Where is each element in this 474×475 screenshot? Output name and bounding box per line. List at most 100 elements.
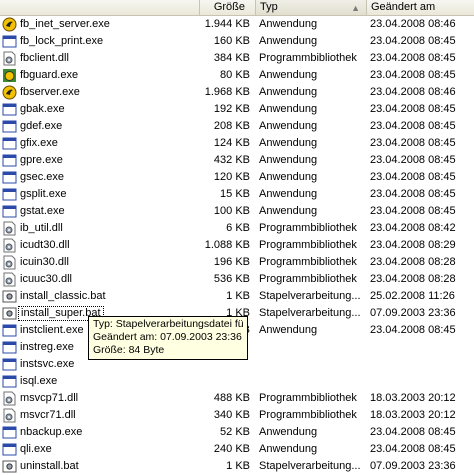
file-name-cell: fbclient.dll (0, 50, 196, 67)
file-name: fbserver.exe (20, 86, 80, 98)
file-size: 384 KB (213, 52, 250, 64)
file-date: 23.04.2008 08:45 (370, 443, 456, 455)
file-type: Anwendung (259, 103, 318, 115)
file-type: Anwendung (259, 205, 318, 217)
file-name: gfix.exe (20, 137, 58, 149)
file-size: 208 KB (213, 120, 250, 132)
file-date: 07.09.2003 23:36 (370, 460, 456, 472)
exe-window-icon (2, 102, 17, 117)
file-date: 23.04.2008 08:28 (370, 273, 456, 285)
file-name-cell: fbguard.exe (0, 67, 196, 84)
firebird-exe-icon (2, 85, 17, 100)
file-row[interactable]: qli.exe 240 KB Anwendung 23.04.2008 08:45 (0, 441, 474, 458)
file-date: 23.04.2008 08:46 (370, 18, 456, 30)
file-row[interactable]: fb_lock_print.exe 160 KB Anwendung 23.04.20… (0, 33, 474, 50)
file-row[interactable]: ib_util.dll 6 KB Programmbibliothek 23.04.2… (0, 220, 474, 237)
batch-file-icon (2, 459, 17, 474)
dll-gear-icon (2, 221, 17, 236)
file-row[interactable]: gpre.exe 432 KB Anwendung 23.04.2008 08:45 (0, 152, 474, 169)
file-name-cell: isql.exe (0, 373, 196, 390)
tooltip-type-line: Typ: Stapelverarbeitungsdatei für MS-DOS (93, 318, 243, 330)
file-row[interactable]: gfix.exe 124 KB Anwendung 23.04.2008 08:45 (0, 135, 474, 152)
file-date: 23.04.2008 08:46 (370, 86, 456, 98)
file-name: ib_util.dll (20, 222, 63, 234)
column-header-size[interactable]: Größe (200, 0, 256, 15)
dll-gear-icon (2, 238, 17, 253)
column-header-date[interactable]: Geändert am (367, 0, 474, 15)
exe-window-icon (2, 34, 17, 49)
file-size: 340 KB (213, 409, 250, 421)
file-type: Programmbibliothek (259, 409, 357, 421)
file-size: 432 KB (213, 154, 250, 166)
column-header-type[interactable]: Typ ▲ (256, 0, 367, 15)
file-date: 23.04.2008 08:29 (370, 239, 456, 251)
file-row[interactable]: fbclient.dll 384 KB Programmbibliothek 23.0… (0, 50, 474, 67)
file-name-cell: icudt30.dll (0, 237, 196, 254)
file-row[interactable]: gdef.exe 208 KB Anwendung 23.04.2008 08:45 (0, 118, 474, 135)
file-row[interactable]: gstat.exe 100 KB Anwendung 23.04.2008 08:45 (0, 203, 474, 220)
file-type: Programmbibliothek (259, 392, 357, 404)
file-type: Programmbibliothek (259, 52, 357, 64)
exe-window-icon (2, 119, 17, 134)
file-name-cell: uninstall.bat (0, 458, 196, 475)
file-row[interactable]: fbserver.exe 1.968 KB Anwendung 23.04.2008 … (0, 84, 474, 101)
file-row[interactable]: uninstall.bat 1 KB Stapelverarbeitung... 07… (0, 458, 474, 475)
file-row[interactable]: icuuc30.dll 536 KB Programmbibliothek 23.04… (0, 271, 474, 288)
file-size: 192 KB (213, 103, 250, 115)
file-name: msvcr71.dll (20, 409, 76, 421)
file-type: Anwendung (259, 18, 318, 30)
file-type: Anwendung (259, 171, 318, 183)
file-row[interactable]: fb_inet_server.exe 1.944 KB Anwendung 23.04… (0, 16, 474, 33)
file-name: gsplit.exe (20, 188, 67, 200)
file-size: 536 KB (213, 273, 250, 285)
exe-window-icon (2, 187, 17, 202)
file-date: 07.09.2003 23:36 (370, 307, 456, 319)
file-type: Programmbibliothek (259, 273, 357, 285)
file-type: Anwendung (259, 188, 318, 200)
file-type: Programmbibliothek (259, 239, 357, 251)
file-name-cell: fb_lock_print.exe (0, 33, 196, 50)
file-row[interactable]: gsec.exe 120 KB Anwendung 23.04.2008 08:45 (0, 169, 474, 186)
file-size: 124 KB (213, 137, 250, 149)
exe-window-icon (2, 340, 17, 355)
file-row[interactable]: icudt30.dll 1.088 KB Programmbibliothek 23.… (0, 237, 474, 254)
file-row[interactable]: install_classic.bat 1 KB Stapelverarbeitun… (0, 288, 474, 305)
file-name-cell: gfix.exe (0, 135, 196, 152)
file-name-cell: msvcr71.dll (0, 407, 196, 424)
file-row[interactable]: icuin30.dll 196 KB Programmbibliothek 23.04… (0, 254, 474, 271)
column-header-name[interactable] (0, 0, 200, 15)
file-size: 196 KB (213, 256, 250, 268)
file-date: 23.04.2008 08:45 (370, 426, 456, 438)
file-type: Anwendung (259, 137, 318, 149)
file-row[interactable]: fbguard.exe 80 KB Anwendung 23.04.2008 08:4… (0, 67, 474, 84)
dll-gear-icon (2, 391, 17, 406)
file-date: 23.04.2008 08:45 (370, 324, 456, 336)
file-name: instsvc.exe (20, 358, 75, 370)
file-type: Anwendung (259, 35, 318, 47)
file-size: 15 KB (220, 188, 250, 200)
firebird-exe-icon (2, 17, 17, 32)
file-name-cell: gsec.exe (0, 169, 196, 186)
file-row[interactable]: nbackup.exe 52 KB Anwendung 23.04.2008 08:4… (0, 424, 474, 441)
batch-file-icon (2, 306, 17, 321)
exe-window-icon (2, 170, 17, 185)
file-date (370, 356, 474, 373)
file-type: Anwendung (259, 443, 318, 455)
file-name: icuuc30.dll (20, 273, 72, 285)
file-name: fbguard.exe (20, 69, 79, 81)
file-name-cell: msvcp71.dll (0, 390, 196, 407)
file-info-tooltip: Typ: Stapelverarbeitungsdatei für MS-DOS… (88, 316, 248, 360)
file-date: 23.04.2008 08:45 (370, 120, 456, 132)
file-size: 488 KB (213, 392, 250, 404)
file-name: fb_lock_print.exe (20, 35, 104, 47)
guard-exe-icon (2, 68, 17, 83)
file-row[interactable]: isql.exe (0, 373, 474, 390)
file-row[interactable]: gbak.exe 192 KB Anwendung 23.04.2008 08:45 (0, 101, 474, 118)
file-row[interactable]: msvcp71.dll 488 KB Programmbibliothek 18.03… (0, 390, 474, 407)
file-row[interactable]: gsplit.exe 15 KB Anwendung 23.04.2008 08:45 (0, 186, 474, 203)
file-name: icuin30.dll (20, 256, 69, 268)
file-date: 23.04.2008 08:45 (370, 154, 456, 166)
file-size: 120 KB (213, 171, 250, 183)
file-name-cell: gpre.exe (0, 152, 196, 169)
file-row[interactable]: msvcr71.dll 340 KB Programmbibliothek 18.03… (0, 407, 474, 424)
